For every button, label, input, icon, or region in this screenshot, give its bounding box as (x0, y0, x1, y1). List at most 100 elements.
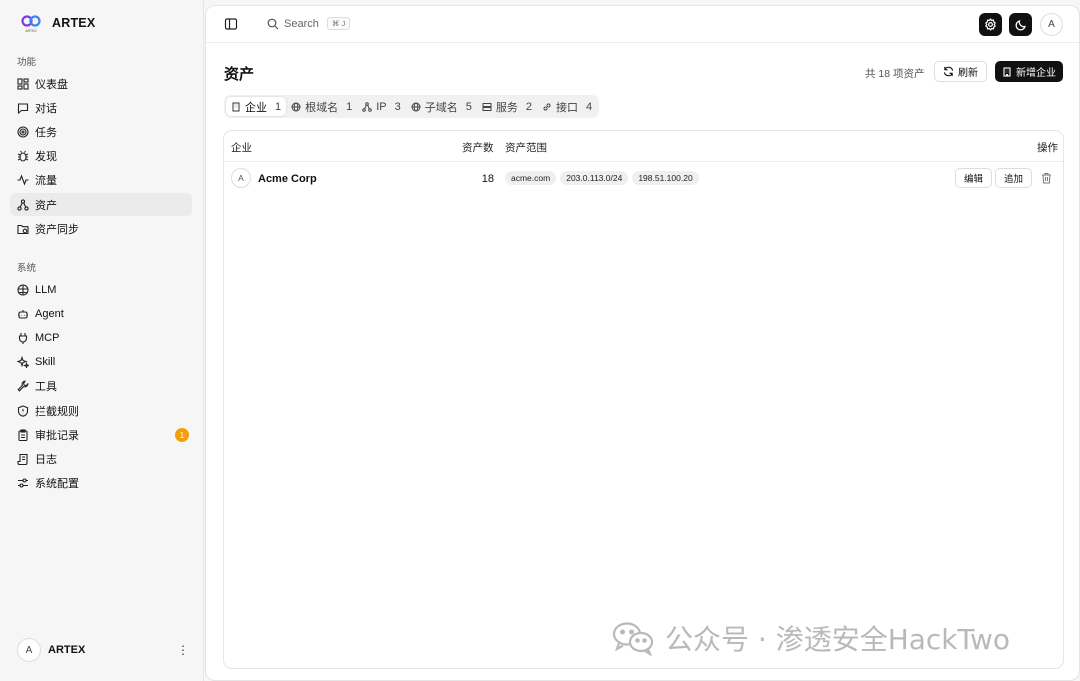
tab-label: 接口 (556, 101, 579, 114)
tab-label: IP (376, 100, 387, 113)
main-panel: Search ⌘ J A 资产 共 18 项资产 刷新 新增企业 企业 1 根域… (205, 5, 1080, 681)
building-icon (1003, 66, 1011, 77)
wechat-icon (612, 622, 654, 656)
sidebar: ARTEX ARTEX 功能 仪表盘 对话 任务 发现 流量 资产 资产同步 系… (0, 0, 204, 681)
page-title: 资产 (224, 66, 255, 83)
tab-ip[interactable]: IP 3 (357, 97, 406, 116)
sidebar-item-dashboard[interactable]: 仪表盘 (10, 72, 192, 95)
col-actions: 操作 (1037, 142, 1058, 154)
topbar-avatar[interactable]: A (1040, 13, 1063, 36)
trash-icon[interactable] (1041, 172, 1052, 184)
artex-logo-icon: ARTEX (21, 15, 41, 33)
plug-icon (18, 332, 28, 344)
refresh-button[interactable]: 刷新 (934, 61, 987, 82)
sparkles-icon (17, 355, 29, 368)
chat-icon (17, 102, 29, 114)
sidebar-item-label: 日志 (35, 453, 57, 466)
sidebar-item-asset-sync[interactable]: 资产同步 (10, 217, 192, 240)
sidebar-item-label: 审批记录 (35, 429, 79, 442)
tab-label: 企业 (245, 101, 267, 114)
sidebar-item-label: LLM (35, 283, 57, 296)
approvals-count-badge: 1 (175, 428, 189, 442)
company-name[interactable]: Acme Corp (258, 173, 317, 185)
col-asset-count[interactable]: 资产数 (462, 140, 494, 155)
asset-count: 18 (481, 173, 494, 185)
wrench-icon (17, 380, 29, 392)
topbar: Search ⌘ J A (206, 6, 1079, 43)
sidebar-item-label: 系统配置 (35, 477, 79, 490)
sidebar-item-llm[interactable]: LLM (10, 278, 192, 301)
sidebar-item-label: 工具 (35, 380, 57, 393)
edit-button[interactable]: 编辑 (955, 168, 993, 188)
scope-chip: acme.com (505, 171, 557, 185)
tab-endpoint[interactable]: 接口 4 (537, 97, 597, 116)
brain-icon (17, 283, 29, 296)
sidebar-item-tools[interactable]: 工具 (10, 374, 192, 397)
avatar: A (17, 638, 41, 662)
section-label-system: 系统 (17, 263, 37, 274)
sidebar-item-label: MCP (35, 331, 60, 344)
sidebar-item-tasks[interactable]: 任务 (10, 120, 192, 143)
sidebar-item-approvals[interactable]: 审批记录 1 (10, 423, 192, 446)
col-asset-scope: 资产范围 (505, 142, 547, 154)
gear-icon (985, 18, 996, 31)
tab-count: 1 (346, 100, 353, 113)
table-header: 企业 资产数 资产范围 操作 (224, 131, 1063, 162)
add-company-button[interactable]: 新增企业 (995, 61, 1063, 82)
asset-type-tabs: 企业 1 根域名 1 IP 3 子域名 5 服务 2 接口 4 (224, 95, 600, 118)
sidebar-item-chat[interactable]: 对话 (10, 96, 192, 119)
sidebar-item-system-config[interactable]: 系统配置 (10, 471, 192, 494)
settings-sliders-icon (18, 477, 28, 488)
tab-service[interactable]: 服务 2 (477, 97, 537, 116)
assets-table: 企业 资产数 资产范围 操作 A Acme Corp 18 acme.com 2… (223, 130, 1064, 669)
folder-sync-icon (17, 224, 29, 234)
svg-text:ARTEX: ARTEX (25, 29, 37, 33)
tab-subdomain[interactable]: 子域名 5 (406, 97, 477, 116)
refresh-icon (943, 66, 954, 77)
building-icon (232, 102, 240, 111)
user-menu[interactable]: A ARTEX ⋮ (17, 638, 189, 662)
sidebar-item-label: 对话 (35, 102, 57, 115)
table-row[interactable]: A Acme Corp 18 acme.com 203.0.113.0/24 1… (224, 162, 1063, 196)
search-placeholder: Search (284, 17, 319, 30)
server-icon (482, 102, 492, 111)
network-icon (17, 198, 29, 211)
tab-count: 4 (586, 100, 593, 113)
sidebar-item-label: 流量 (35, 174, 57, 187)
sidebar-item-label: 仪表盘 (35, 78, 68, 91)
search-trigger[interactable]: Search ⌘ J (267, 17, 351, 30)
tab-company[interactable]: 企业 1 (226, 97, 287, 116)
sidebar-item-label: Agent (35, 307, 64, 320)
col-company[interactable]: 企业 (231, 140, 252, 155)
brand-name: ARTEX (52, 16, 96, 30)
dashboard-icon (17, 77, 29, 90)
sidebar-item-mcp[interactable]: MCP (10, 326, 192, 349)
append-button[interactable]: 追加 (995, 168, 1033, 188)
asset-scope-chips: acme.com 203.0.113.0/24 198.51.100.20 (505, 171, 699, 185)
brand[interactable]: ARTEX ARTEX (20, 13, 95, 33)
sidebar-item-findings[interactable]: 发现 (10, 144, 192, 167)
sidebar-item-skill[interactable]: Skill (10, 350, 192, 373)
sidebar-item-logs[interactable]: 日志 (10, 447, 192, 470)
tab-root-domain[interactable]: 根域名 1 (286, 97, 357, 116)
link-icon (543, 102, 551, 111)
search-icon (267, 18, 279, 29)
sidebar-toggle-icon[interactable] (224, 17, 238, 31)
sidebar-item-traffic[interactable]: 流量 (10, 168, 192, 191)
bot-icon (18, 309, 28, 319)
refresh-label: 刷新 (958, 68, 978, 79)
tab-count: 2 (525, 100, 533, 113)
settings-button[interactable] (979, 13, 1002, 36)
sidebar-item-label: 资产 (35, 199, 57, 212)
theme-toggle-button[interactable] (1009, 13, 1032, 36)
tab-label: 服务 (495, 101, 518, 114)
more-vertical-icon[interactable]: ⋮ (177, 643, 189, 657)
sidebar-item-agent[interactable]: Agent (10, 302, 192, 325)
sidebar-item-label: Skill (35, 355, 56, 368)
sidebar-item-assets[interactable]: 资产 (10, 193, 192, 216)
watermark-text: 公众号 · 渗透安全HackTwo (665, 623, 1011, 656)
sidebar-item-intercept-rules[interactable]: 拦截规则 (10, 399, 192, 422)
scope-chip: 198.51.100.20 (632, 171, 699, 185)
scope-chip: 203.0.113.0/24 (560, 171, 629, 185)
asset-count-text: 共 18 项资产 (865, 68, 925, 80)
